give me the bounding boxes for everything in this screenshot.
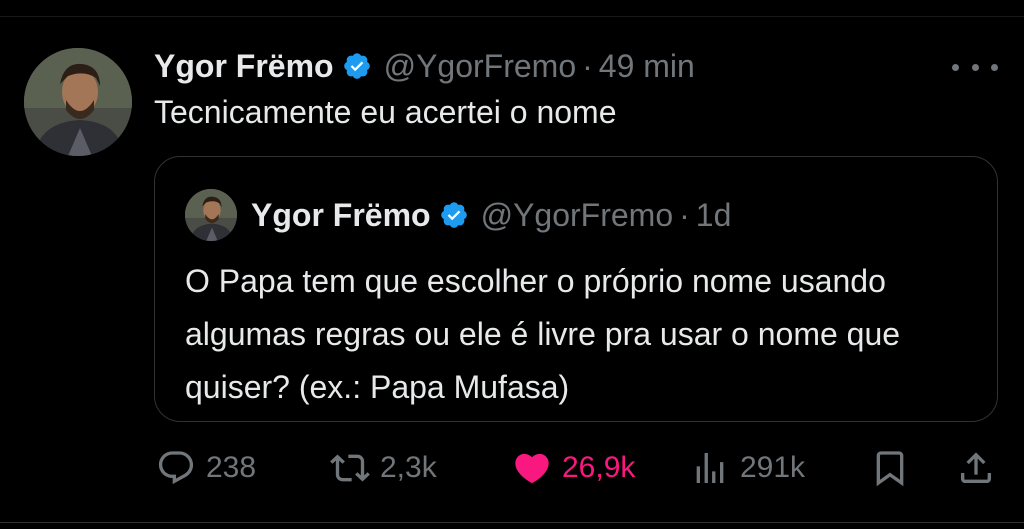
share-button[interactable]: [956, 440, 996, 496]
quoted-timestamp: 1d: [695, 196, 732, 233]
heart-icon: [515, 453, 549, 484]
repost-icon: [330, 454, 370, 482]
verified-badge-icon: [343, 53, 370, 79]
like-button[interactable]: 26,9k: [512, 440, 635, 496]
repost-count: 2,3k: [380, 451, 437, 484]
bookmark-icon: [876, 451, 904, 487]
more-dot: [952, 63, 959, 71]
author-name[interactable]: Ygor Frëmo: [154, 48, 334, 85]
timestamp[interactable]: 49 min: [599, 48, 695, 85]
top-divider: [0, 16, 1024, 17]
separator-dot: ·: [679, 196, 690, 233]
avatar-image: [24, 48, 132, 156]
more-dot: [971, 63, 979, 71]
quoted-avatar: [185, 189, 237, 241]
separator-dot: ·: [582, 47, 593, 84]
reply-button[interactable]: 238: [156, 440, 256, 496]
views-icon: [696, 453, 724, 483]
author-handle[interactable]: @YgorFremo: [384, 48, 577, 85]
tweet-text: Tecnicamente eu acertei o nome: [154, 94, 617, 130]
tweet-header: Ygor Frëmo @YgorFremo · 49 min: [154, 44, 695, 88]
quoted-header: Ygor Frëmo @YgorFremo · 1d: [251, 193, 731, 237]
verified-badge-icon: [440, 202, 467, 228]
reply-icon: [158, 451, 194, 485]
bottom-divider: [0, 522, 1024, 523]
views-button[interactable]: 291k: [690, 440, 805, 496]
bookmark-button[interactable]: [870, 440, 910, 496]
quoted-author-name: Ygor Frëmo: [251, 196, 431, 233]
avatar[interactable]: [24, 48, 132, 156]
action-bar: 238 2,3k 26,9k 291k: [0, 440, 1024, 496]
quoted-handle: @YgorFremo: [480, 196, 674, 233]
views-count: 291k: [740, 451, 806, 484]
quoted-tweet-text: O Papa tem que escolher o próprio nome u…: [185, 263, 901, 405]
more-dot: [991, 63, 998, 71]
more-options-icon[interactable]: [952, 54, 998, 80]
repost-button[interactable]: 2,3k: [330, 440, 437, 496]
share-icon: [961, 452, 991, 483]
quoted-tweet[interactable]: Ygor Frëmo @YgorFremo · 1d O Papa tem qu…: [154, 156, 998, 422]
quoted-avatar-image: [185, 189, 237, 241]
reply-count: 238: [206, 451, 257, 484]
like-count: 26,9k: [562, 451, 636, 484]
